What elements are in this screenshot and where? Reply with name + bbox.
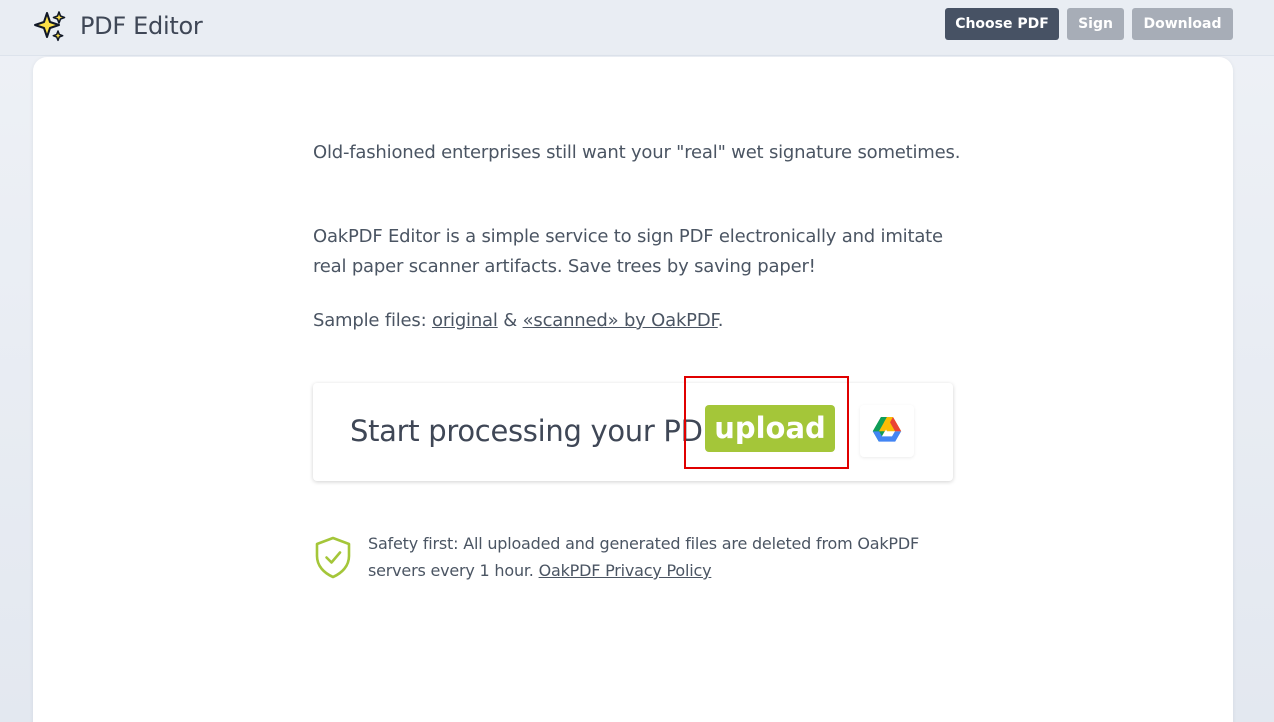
- sign-button[interactable]: Sign: [1067, 8, 1124, 40]
- intro-paragraph-2: OakPDF Editor is a simple service to sig…: [313, 226, 943, 277]
- app-title: PDF Editor: [80, 12, 203, 40]
- google-drive-button[interactable]: [860, 405, 914, 457]
- google-drive-icon: [872, 417, 902, 442]
- shield-check-icon: [314, 535, 352, 579]
- sparkles-icon: [33, 10, 67, 44]
- sample-original-link[interactable]: original: [432, 310, 498, 331]
- upload-prompt: Start processing your PDF:: [350, 414, 727, 448]
- top-bar: PDF Editor Choose PDF Sign Download: [0, 0, 1274, 56]
- download-button[interactable]: Download: [1132, 8, 1233, 40]
- sample-files-suffix: .: [717, 310, 724, 331]
- sample-scanned-link[interactable]: «scanned» by OakPDF: [523, 310, 718, 331]
- sample-files-and: &: [497, 310, 523, 331]
- safety-notice: Safety first: All uploaded and generated…: [368, 530, 958, 584]
- sample-files-line: Sample files: original & «scanned» by Oa…: [313, 306, 963, 336]
- privacy-policy-link[interactable]: OakPDF Privacy Policy: [539, 561, 712, 580]
- choose-pdf-button[interactable]: Choose PDF: [945, 8, 1059, 40]
- upload-button[interactable]: upload: [705, 405, 835, 452]
- sample-files-prefix: Sample files:: [313, 310, 432, 331]
- intro-paragraph-1: Old-fashioned enterprises still want you…: [313, 142, 961, 163]
